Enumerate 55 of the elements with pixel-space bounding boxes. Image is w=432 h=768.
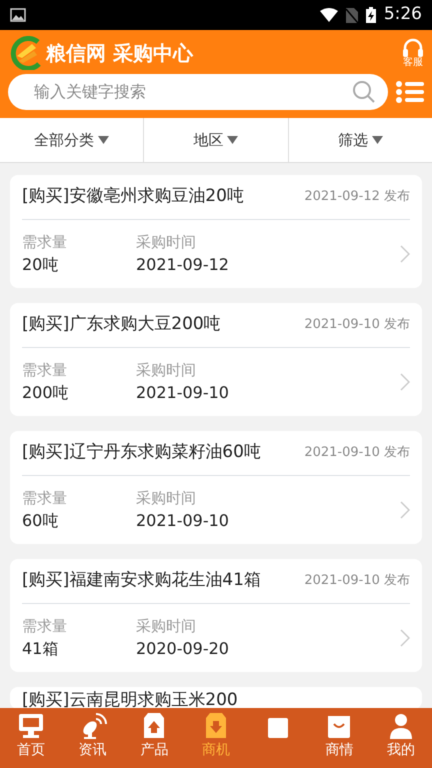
caret-down-icon xyxy=(372,136,383,144)
quantity-label: 需求量 xyxy=(22,616,68,637)
listing-title: [购买]安徽亳州求购豆油20吨 xyxy=(22,185,244,208)
caret-down-icon xyxy=(227,136,238,144)
post-date: 2021-09-10 发布 xyxy=(304,572,410,590)
nav-tab[interactable]: 产品 xyxy=(123,708,186,768)
nav-tab[interactable]: 我的 xyxy=(370,708,432,768)
quantity-label: 需求量 xyxy=(22,232,68,253)
quantity-value: 200吨 xyxy=(22,382,70,404)
no-sim-icon xyxy=(346,8,358,22)
listing-title: [购买]福建南安求购花生油41箱 xyxy=(22,569,261,592)
listing-card[interactable]: [购买]广东求购大豆200吨 2021-09-10 发布 需求量 200吨 采购时间 2021-09-10 xyxy=(10,303,422,416)
logo-icon xyxy=(8,36,42,70)
listing-card[interactable]: [购买]福建南安求购花生油41箱 2021-09-10 发布 需求量 41箱 采购时间 2020-09-20 xyxy=(10,559,422,672)
chevron-right-icon xyxy=(400,373,410,391)
time-label: 采购时间 xyxy=(136,360,197,381)
quantity-value: 20吨 xyxy=(22,254,60,276)
time-label: 采购时间 xyxy=(136,232,197,253)
monitor-icon xyxy=(16,712,45,740)
listing-card[interactable]: [购买]辽宁丹东求购菜籽油60吨 2021-09-10 发布 需求量 60吨 采购时间 2021-09-10 xyxy=(10,431,422,544)
page-title: 粮信网 采购中心 xyxy=(46,40,194,67)
purchase-date: 2020-09-20 xyxy=(136,638,230,660)
image-icon xyxy=(10,8,26,22)
quantity-label: 需求量 xyxy=(22,488,68,509)
quantity-value: 41箱 xyxy=(22,638,60,660)
nav-tab[interactable]: 商情 xyxy=(308,708,370,768)
listing-title: [购买]广东求购大豆200吨 xyxy=(22,313,221,336)
listing-card[interactable]: [购买]安徽亳州求购豆油20吨 2021-09-12 发布 需求量 20吨 采购时间 2021-09-12 xyxy=(10,175,422,288)
purchase-date: 2021-09-12 xyxy=(136,254,230,276)
purchase-date: 2021-09-10 xyxy=(136,510,230,532)
search-icon xyxy=(352,80,376,104)
wifi-icon xyxy=(320,8,338,22)
time-label: 采购时间 xyxy=(136,488,197,509)
battery-charging-icon xyxy=(366,7,376,23)
chevron-right-icon xyxy=(400,245,410,263)
clock-time: 5:26 xyxy=(384,3,422,26)
menu-button[interactable] xyxy=(396,80,424,104)
listing-card[interactable]: [购买]云南昆明求购玉米200 xyxy=(10,687,422,708)
listing-title: [购买]辽宁丹东求购菜籽油60吨 xyxy=(22,441,261,464)
quantity-label: 需求量 xyxy=(22,360,68,381)
quantity-value: 60吨 xyxy=(22,510,60,532)
headset-icon xyxy=(402,38,424,58)
nav-tab[interactable]: 首页 xyxy=(0,708,62,768)
search-bar[interactable]: 输入关键字搜索 xyxy=(8,74,388,110)
post-date: 2021-09-10 发布 xyxy=(304,444,410,462)
post-date: 2021-09-12 发布 xyxy=(304,188,410,206)
chevron-right-icon xyxy=(400,629,410,647)
time-label: 采购时间 xyxy=(136,616,197,637)
nav-tab[interactable]: 资讯 xyxy=(62,708,124,768)
chevron-right-icon xyxy=(400,501,410,519)
caret-down-icon xyxy=(98,136,110,144)
listing-title: [购买]云南昆明求购玉米200 xyxy=(22,689,238,708)
purchase-date: 2021-09-10 xyxy=(136,382,230,404)
post-date: 2021-09-10 发布 xyxy=(304,316,410,334)
menu-icon xyxy=(396,80,424,104)
